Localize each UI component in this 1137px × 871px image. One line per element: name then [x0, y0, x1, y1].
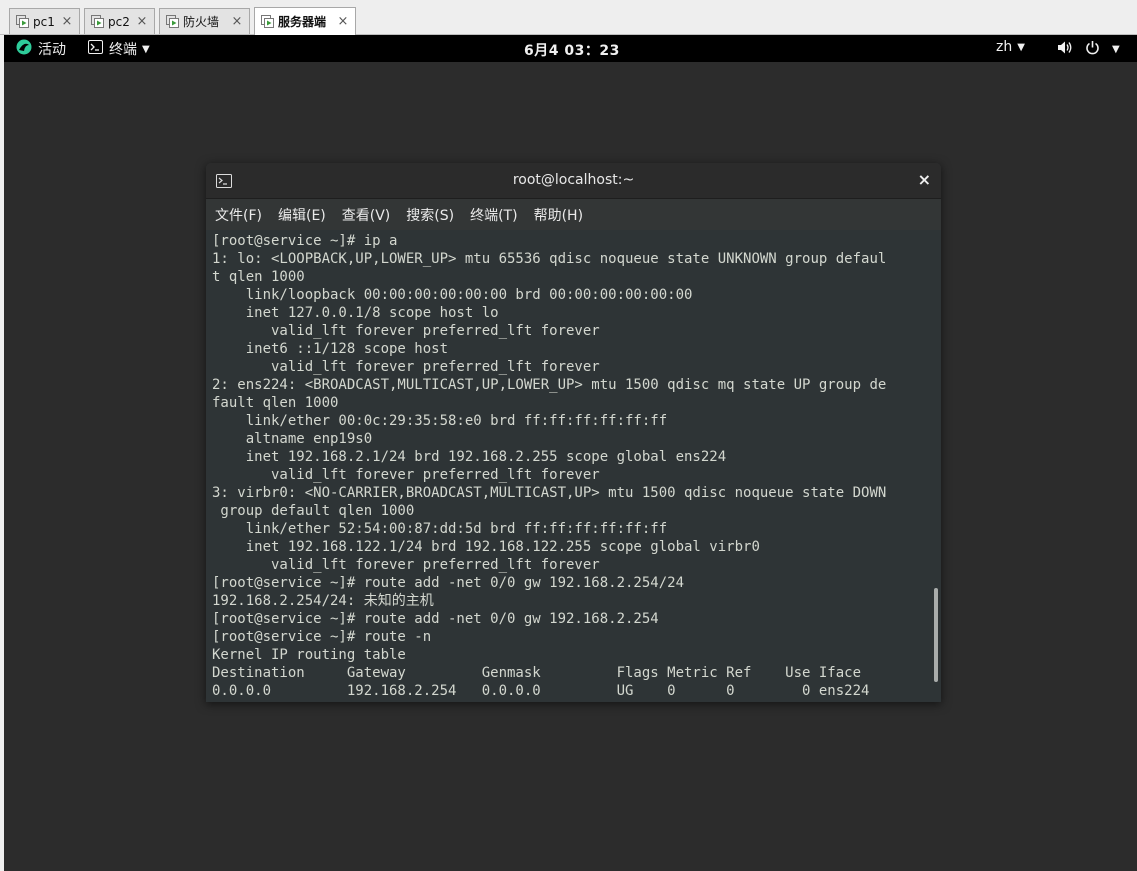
terminal-window[interactable]: root@localhost:~ × 文件(F) 编辑(E) 查看(V) 搜索(… — [206, 163, 941, 702]
app-menu-label: 终端 — [109, 42, 137, 58]
activities-button[interactable]: 活动 — [16, 39, 66, 59]
tab-close-icon[interactable]: × — [134, 14, 150, 29]
terminal-line: link/loopback 00:00:00:00:00:00 brd 00:0… — [212, 287, 693, 303]
terminal-line: t qlen 1000 — [212, 269, 305, 285]
terminal-line: link/ether 00:0c:29:35:58:e0 brd ff:ff:f… — [212, 413, 668, 429]
terminal-menubar: 文件(F) 编辑(E) 查看(V) 搜索(S) 终端(T) 帮助(H) — [206, 199, 941, 230]
terminal-output-area[interactable]: [root@service ~]# ip a 1: lo: <LOOPBACK,U… — [206, 230, 941, 702]
menu-help[interactable]: 帮助(H) — [534, 205, 583, 225]
chevron-down-icon: ▼ — [1112, 44, 1120, 55]
tab-close-icon[interactable]: × — [229, 14, 245, 29]
terminal-line: 3: virbr0: <NO-CARRIER,BROADCAST,MULTICA… — [212, 485, 887, 501]
vm-icon — [261, 15, 274, 28]
chevron-down-icon: ▼ — [142, 43, 150, 55]
terminal-line: [root@service ~]# ip a — [212, 233, 398, 249]
gnome-top-bar: 活动 终端 ▼ 6月4 03：23 zh ▼ ▼ — [4, 35, 1137, 62]
menu-search[interactable]: 搜索(S) — [406, 205, 454, 225]
terminal-line: 1: lo: <LOOPBACK,UP,LOWER_UP> mtu 65536 … — [212, 251, 887, 267]
app-menu-terminal[interactable]: 终端 ▼ — [88, 39, 150, 59]
vm-tab-strip: pc1 × pc2 × 防火墙 × 服务器端 × — [0, 0, 1137, 35]
tab-label: 防火墙 — [183, 15, 220, 29]
menu-file[interactable]: 文件(F) — [215, 205, 262, 225]
language-label: zh — [996, 39, 1013, 55]
tab-firewall[interactable]: 防火墙 × — [159, 8, 250, 34]
terminal-line: valid_lft forever preferred_lft forever — [212, 557, 600, 573]
input-language-menu[interactable]: zh ▼ — [996, 39, 1025, 55]
clock[interactable]: 6月4 03：23 — [524, 40, 620, 60]
gnome-logo-icon — [16, 39, 32, 59]
close-window-button[interactable]: × — [918, 170, 931, 189]
vm-icon — [91, 15, 104, 28]
tab-close-icon[interactable]: × — [59, 14, 75, 29]
tab-pc2[interactable]: pc2 × — [84, 8, 155, 34]
system-menu[interactable]: ▼ — [1057, 40, 1120, 59]
terminal-line: fault qlen 1000 — [212, 395, 339, 411]
window-title: root@localhost:~ — [512, 172, 635, 188]
terminal-line: 192.168.2.254/24: 未知的主机 — [212, 593, 434, 609]
activities-label: 活动 — [38, 42, 66, 58]
menu-terminal[interactable]: 终端(T) — [470, 205, 517, 225]
tab-label: 服务器端 — [278, 15, 327, 29]
terminal-line: altname enp19s0 — [212, 431, 373, 447]
terminal-scrollbar[interactable] — [934, 588, 938, 682]
terminal-line: valid_lft forever preferred_lft forever — [212, 323, 600, 339]
tab-server[interactable]: 服务器端 × — [254, 7, 356, 35]
terminal-line: [root@service ~]# route add -net 0/0 gw … — [212, 611, 659, 627]
power-icon — [1085, 40, 1100, 59]
chevron-down-icon: ▼ — [1017, 41, 1025, 53]
tab-label: pc2 — [108, 14, 130, 29]
vm-icon — [166, 15, 179, 28]
volume-icon — [1057, 40, 1073, 59]
menu-edit[interactable]: 编辑(E) — [278, 205, 326, 225]
terminal-output: [root@service ~]# ip a 1: lo: <LOOPBACK,U… — [212, 232, 886, 700]
terminal-app-icon — [88, 40, 103, 58]
terminal-line: group default qlen 1000 — [212, 503, 415, 519]
terminal-line: inet 127.0.0.1/8 scope host lo — [212, 305, 499, 321]
terminal-line: valid_lft forever preferred_lft forever — [212, 359, 600, 375]
tab-label: pc1 — [33, 14, 55, 29]
terminal-line: [root@service ~]# route add -net 0/0 gw … — [212, 575, 685, 591]
vm-display[interactable]: 活动 终端 ▼ 6月4 03：23 zh ▼ ▼ root@localhost:… — [4, 35, 1137, 871]
tab-close-icon[interactable]: × — [335, 14, 351, 29]
terminal-line: Destination Gateway Genmask Flags Metric… — [212, 665, 862, 681]
terminal-line: inet 192.168.2.1/24 brd 192.168.2.255 sc… — [212, 449, 727, 465]
terminal-titlebar[interactable]: root@localhost:~ × — [206, 163, 941, 199]
terminal-line: Kernel IP routing table — [212, 647, 406, 663]
terminal-line: inet 192.168.122.1/24 brd 192.168.122.25… — [212, 539, 760, 555]
terminal-line: link/ether 52:54:00:87:dd:5d brd ff:ff:f… — [212, 521, 668, 537]
terminal-line: [root@service ~]# route -n — [212, 629, 432, 645]
terminal-line: inet6 ::1/128 scope host — [212, 341, 449, 357]
vm-icon — [16, 15, 29, 28]
menu-view[interactable]: 查看(V) — [342, 205, 391, 225]
terminal-line: valid_lft forever preferred_lft forever — [212, 467, 600, 483]
terminal-line: 0.0.0.0 192.168.2.254 0.0.0.0 UG 0 0 0 e… — [212, 683, 870, 699]
terminal-line: 2: ens224: <BROADCAST,MULTICAST,UP,LOWER… — [212, 377, 887, 393]
tab-pc1[interactable]: pc1 × — [9, 8, 80, 34]
